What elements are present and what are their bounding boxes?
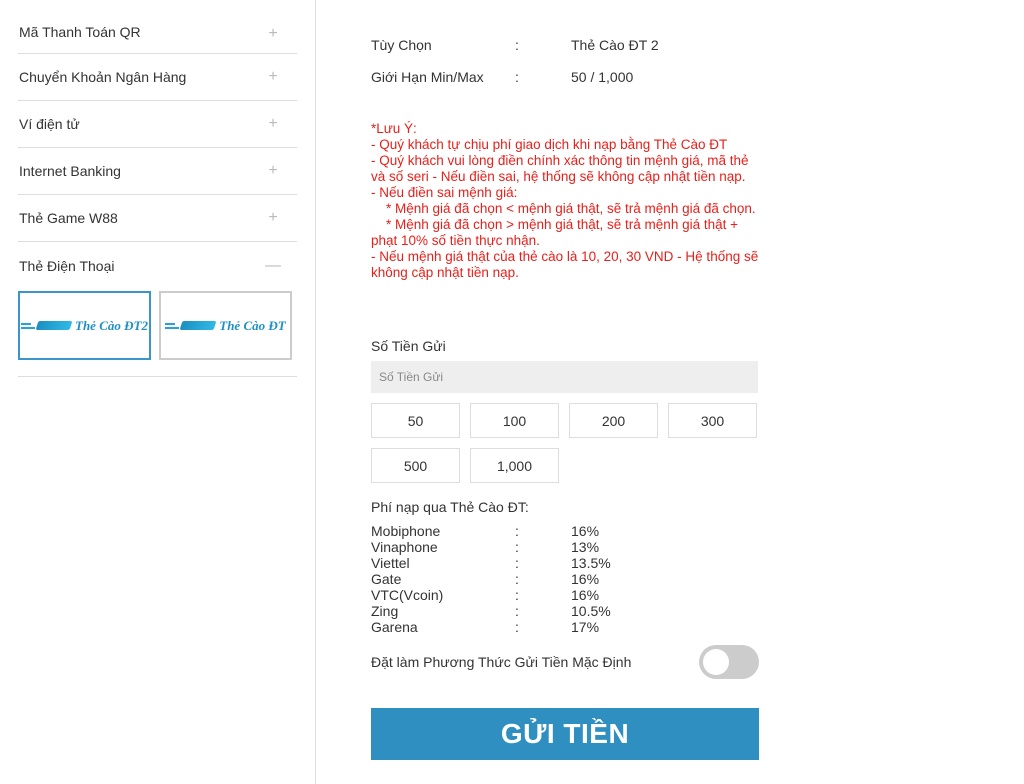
stripes-icon — [165, 322, 180, 329]
fee-row: Zing: 10.5% — [371, 603, 611, 619]
fee-provider: Zing — [371, 603, 399, 619]
fee-rate: 16% — [571, 523, 600, 539]
card-option-the-cao-dt[interactable]: Thẻ Cào ĐT — [159, 291, 292, 360]
plus-icon[interactable]: + — [263, 25, 283, 43]
fee-rate: 13.5% — [571, 555, 611, 571]
fee-colon: : — [515, 539, 519, 555]
menu-item-qr-payment[interactable]: Mã Thanh Toán QR + — [18, 0, 297, 54]
fee-row: Garena: 17% — [371, 619, 611, 635]
plus-icon[interactable]: + — [263, 68, 283, 86]
menu-item-phone-card[interactable]: Thẻ Điện Thoại — — [18, 242, 297, 289]
fee-rate: 16% — [571, 571, 600, 587]
limit-colon: : — [515, 69, 519, 85]
fee-provider: Viettel — [371, 555, 410, 571]
fee-colon: : — [515, 587, 519, 603]
the-cao-logo: Thẻ Cào ĐT2 — [21, 318, 148, 334]
menu-item-label: Ví điện tử — [19, 116, 80, 132]
plus-icon[interactable]: + — [263, 209, 283, 227]
card-option-label: Thẻ Cào ĐT — [219, 317, 286, 333]
amount-chip-200[interactable]: 200 — [569, 403, 658, 438]
the-cao-logo: Thẻ Cào ĐT — [165, 317, 286, 334]
fee-provider: VTC(Vcoin) — [371, 587, 444, 603]
menu-item-label: Internet Banking — [19, 163, 121, 179]
fee-row: Gate: 16% — [371, 571, 611, 587]
fee-row: VTC(Vcoin): 16% — [371, 587, 611, 603]
menu-item-label: Thẻ Game W88 — [19, 210, 118, 226]
fee-title: Phí nạp qua Thẻ Cào ĐT: — [371, 499, 529, 515]
option-colon: : — [515, 37, 519, 53]
menu-item-label: Mã Thanh Toán QR — [19, 24, 141, 40]
fee-colon: : — [515, 523, 519, 539]
fee-colon: : — [515, 555, 519, 571]
phone-card-options: Thẻ Cào ĐT2 Thẻ Cào ĐT — [18, 289, 297, 377]
stripes-icon — [21, 322, 36, 329]
fee-rate: 13% — [571, 539, 600, 555]
menu-item-internet-banking[interactable]: Internet Banking + — [18, 148, 297, 195]
limit-value: 50 / 1,000 — [571, 69, 634, 85]
menu-item-game-card[interactable]: Thẻ Game W88 + — [18, 195, 297, 242]
card-bar-icon — [35, 321, 73, 330]
toggle-knob — [703, 649, 729, 675]
amount-chip-100[interactable]: 100 — [470, 403, 559, 438]
deposit-notice: *Lưu Ý: - Quý khách tự chịu phí giao dịc… — [371, 121, 759, 280]
fee-colon: : — [515, 619, 519, 635]
card-bar-icon — [179, 321, 217, 330]
card-option-label: Thẻ Cào ĐT2 — [75, 317, 148, 333]
fee-provider: Garena — [371, 619, 418, 635]
fee-rate: 16% — [571, 587, 600, 603]
minus-icon[interactable]: — — [263, 257, 283, 275]
fee-row: Mobiphone: 16% — [371, 523, 611, 539]
amount-chip-50[interactable]: 50 — [371, 403, 460, 438]
amount-input[interactable] — [371, 361, 758, 393]
default-method-label: Đặt làm Phương Thức Gửi Tiền Mặc Định — [371, 654, 632, 670]
card-option-the-cao-dt2[interactable]: Thẻ Cào ĐT2 — [18, 291, 151, 360]
option-row: Tùy Chọn : Thẻ Cào ĐT 2 — [371, 37, 659, 53]
fee-row: Vinaphone: 13% — [371, 539, 611, 555]
default-method-toggle[interactable] — [699, 645, 759, 679]
amount-label: Số Tiền Gửi — [371, 338, 446, 354]
plus-icon[interactable]: + — [263, 162, 283, 180]
fee-rate: 10.5% — [571, 603, 611, 619]
plus-icon[interactable]: + — [263, 115, 283, 133]
amount-chip-500[interactable]: 500 — [371, 448, 460, 483]
fee-colon: : — [515, 603, 519, 619]
payment-method-sidebar: Mã Thanh Toán QR + Chuyển Khoản Ngân Hàn… — [0, 0, 316, 784]
limit-row: Giới Hạn Min/Max : 50 / 1,000 — [371, 69, 633, 85]
amount-chips: 50 100 200 300 500 1,000 — [371, 403, 759, 483]
fee-provider: Mobiphone — [371, 523, 441, 539]
amount-chip-1000[interactable]: 1,000 — [470, 448, 559, 483]
menu-item-label: Thẻ Điện Thoại — [19, 257, 115, 274]
submit-deposit-button[interactable]: GỬI TIỀN — [371, 708, 759, 760]
menu-item-bank-transfer[interactable]: Chuyển Khoản Ngân Hàng + — [18, 54, 297, 101]
amount-chip-300[interactable]: 300 — [668, 403, 757, 438]
limit-label: Giới Hạn Min/Max — [371, 69, 484, 85]
fee-rate: 17% — [571, 619, 600, 635]
menu-item-label: Chuyển Khoản Ngân Hàng — [19, 69, 187, 85]
default-method-row: Đặt làm Phương Thức Gửi Tiền Mặc Định — [371, 645, 759, 679]
fee-table: Mobiphone: 16% Vinaphone: 13% Viettel: 13.5… — [371, 523, 611, 635]
fee-provider: Gate — [371, 571, 402, 587]
menu-item-e-wallet[interactable]: Ví điện tử + — [18, 101, 297, 148]
fee-provider: Vinaphone — [371, 539, 438, 555]
fee-colon: : — [515, 571, 519, 587]
option-label: Tùy Chọn — [371, 37, 432, 53]
fee-row: Viettel: 13.5% — [371, 555, 611, 571]
option-value: Thẻ Cào ĐT 2 — [571, 37, 659, 53]
